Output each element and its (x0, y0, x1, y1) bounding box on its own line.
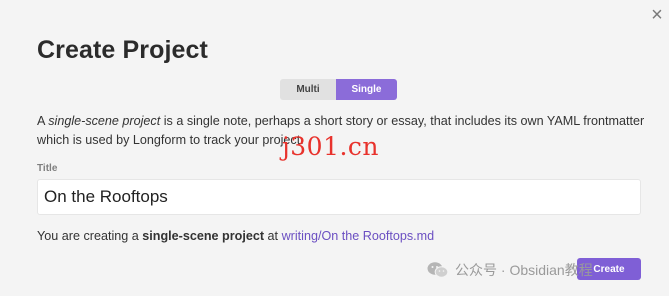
description-prefix: A (37, 114, 49, 128)
title-input[interactable] (37, 179, 641, 215)
project-description: A single-scene project is a single note,… (37, 112, 647, 150)
dialog-title: Create Project (37, 36, 208, 64)
project-mode-toggle: Multi Single (280, 79, 397, 100)
wechat-watermark-text: 公众号 · Obsidian教程 (455, 262, 593, 278)
project-path-info: You are creating a single-scene project … (37, 229, 434, 243)
description-emphasis: single-scene project (48, 114, 161, 128)
close-icon[interactable]: × (648, 5, 666, 25)
path-project-type: single-scene project (142, 229, 265, 243)
wechat-icon (427, 262, 449, 278)
wechat-watermark: 公众号 · Obsidian教程 (427, 260, 593, 280)
create-button[interactable]: Create (577, 258, 641, 280)
title-field-label: Title (37, 163, 58, 174)
project-path-link[interactable]: writing/On the Rooftops.md (282, 229, 435, 243)
create-project-dialog: × Create Project Multi Single A single-s… (0, 0, 669, 296)
mode-single-button[interactable]: Single (336, 79, 397, 100)
mode-multi-button[interactable]: Multi (280, 79, 336, 100)
path-middle: at (264, 229, 282, 243)
path-prefix: You are creating a (37, 229, 143, 243)
